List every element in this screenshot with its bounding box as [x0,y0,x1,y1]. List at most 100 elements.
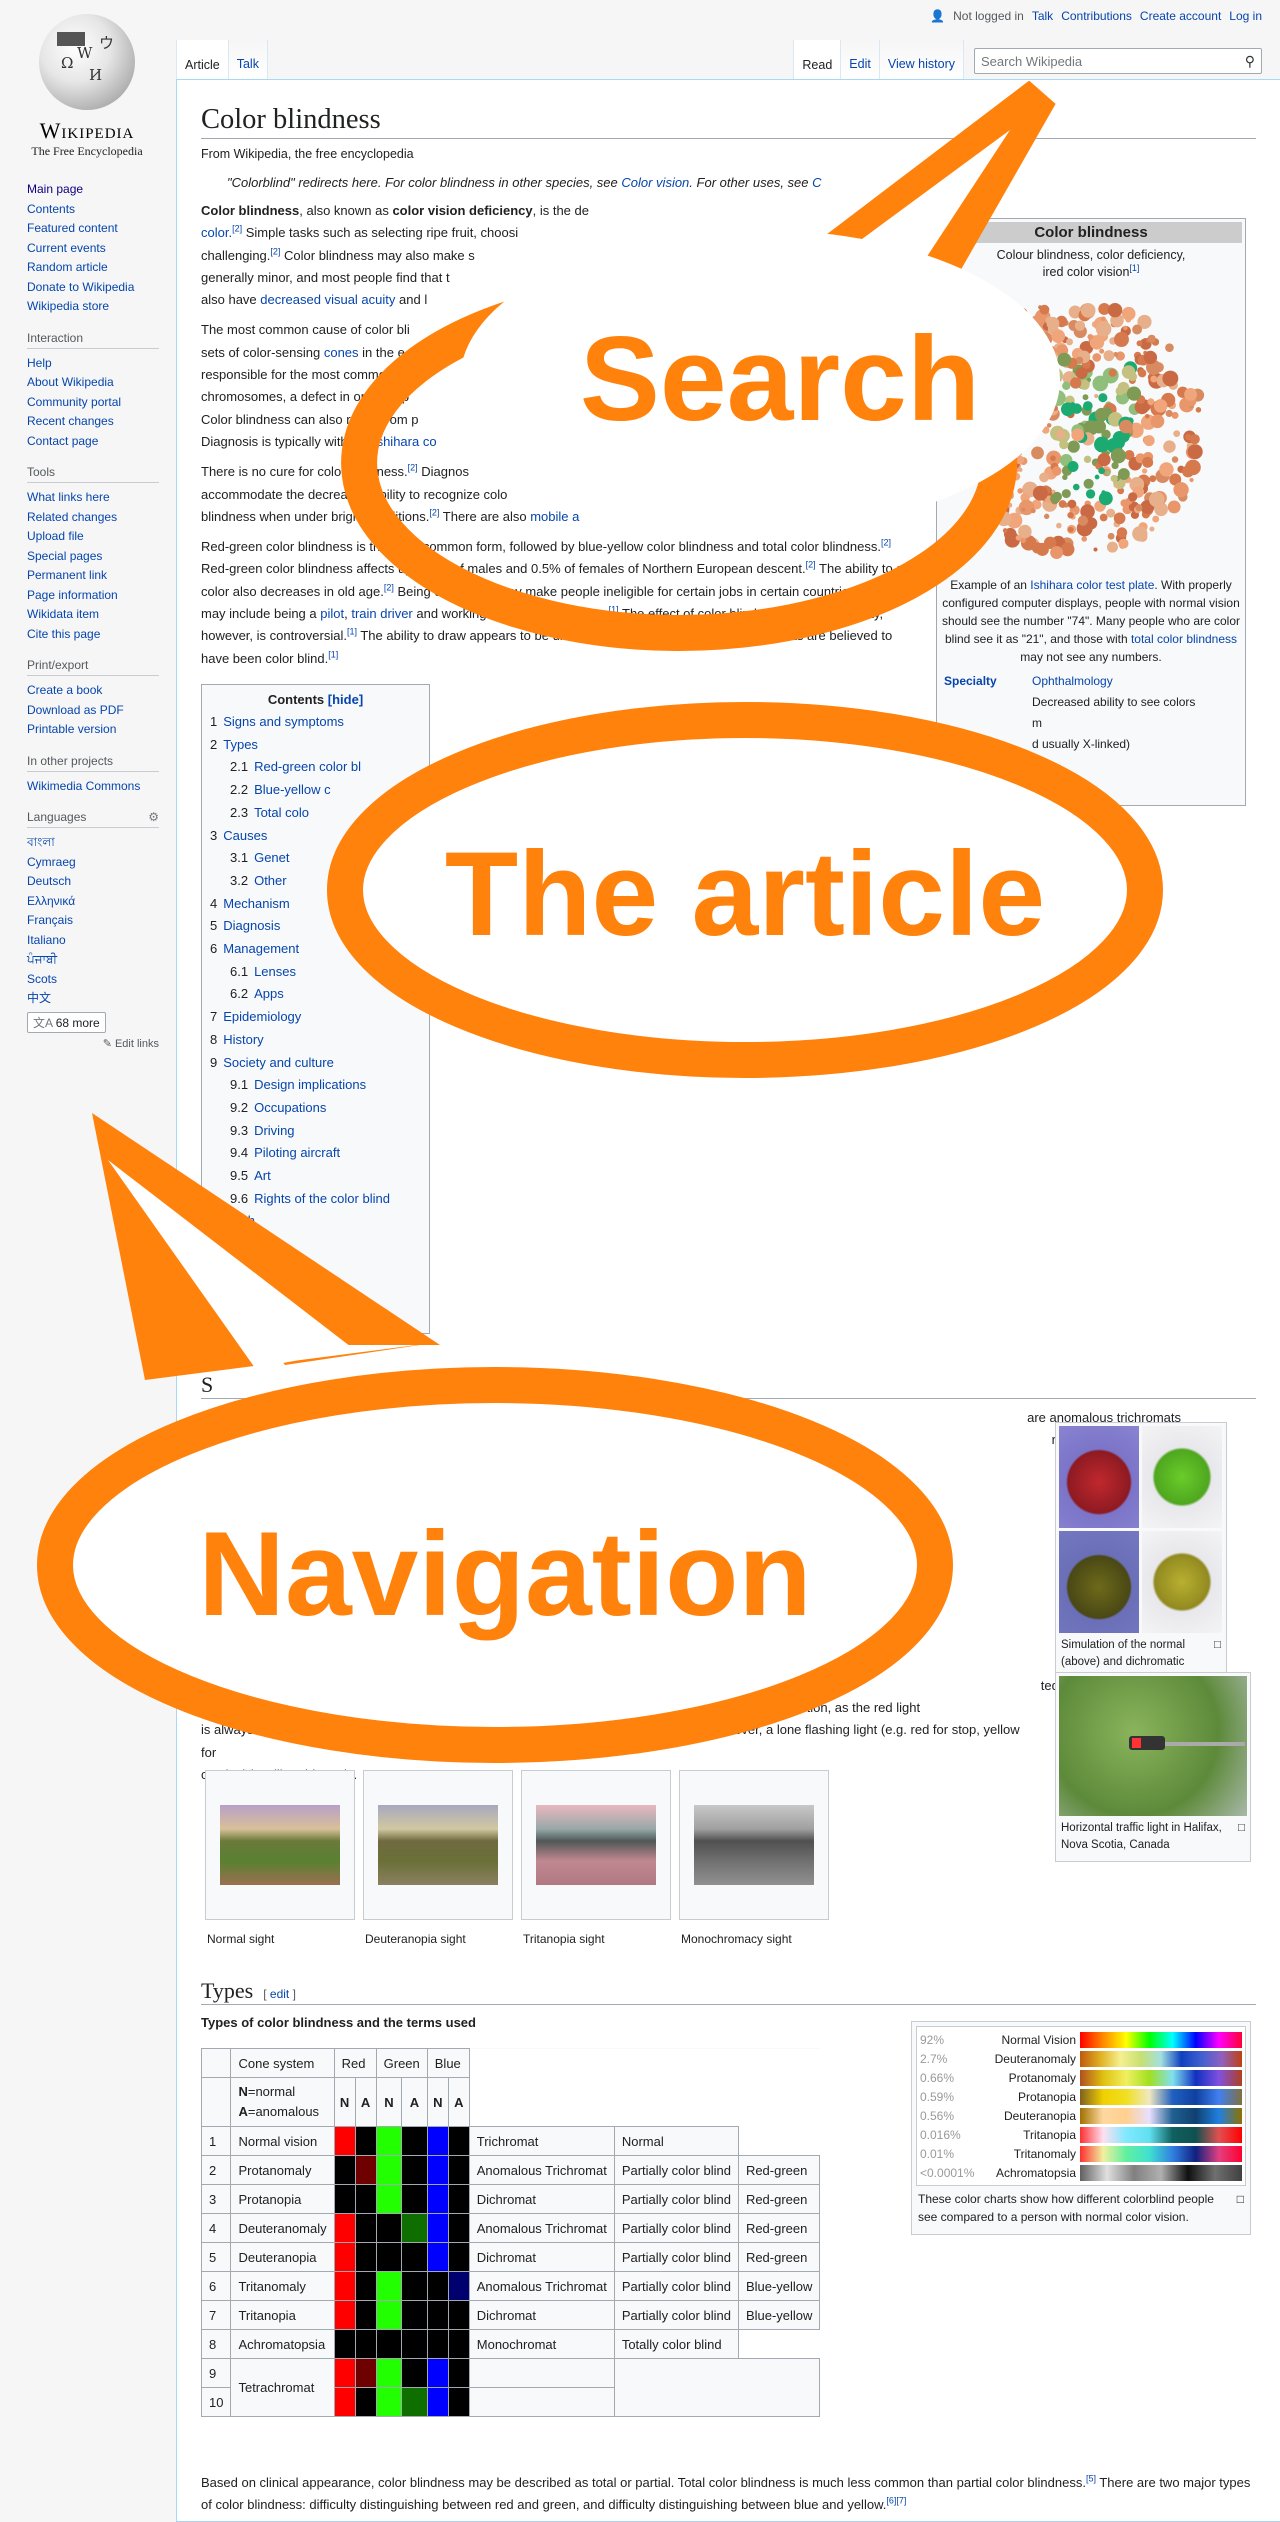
tab-talk[interactable]: Talk [228,40,268,80]
toc-item[interactable]: 5 Diagnosis [210,915,421,938]
disambiguation-link[interactable]: C [812,175,821,190]
ref[interactable]: [1] [859,582,869,592]
toc-link[interactable]: Management [223,941,299,956]
armed-forces-link[interactable]: armed forces [526,606,602,621]
toc-item[interactable]: 3 Causes [210,825,421,848]
toc-link[interactable]: Causes [223,828,267,843]
mobile-apps-link[interactable]: mobile a [530,509,579,524]
ref[interactable]: [2] [881,538,891,548]
sidebar-item-print-link[interactable]: Download as PDF [27,703,124,717]
sidebar-item-language-7[interactable]: Scots [27,970,159,990]
toc-link[interactable]: Mechanism [223,896,289,911]
toc-link[interactable]: Blue-yellow c [254,782,331,797]
sidebar-item-interaction-link[interactable]: Contact page [27,434,98,448]
sidebar-item-language-link[interactable]: 中文 [27,991,51,1005]
sidebar-item-nav-link[interactable]: Contents [27,202,75,216]
color-link[interactable]: color. [201,225,232,240]
visual-acuity-link[interactable]: decreased visual acuity [260,292,395,307]
ishihara-plate-image[interactable] [940,289,1210,569]
sidebar-item-interaction-4[interactable]: Contact page [27,432,159,452]
sidebar-item-language-4[interactable]: Français [27,911,159,931]
sidebar-item-nav-link[interactable]: Current events [27,241,106,255]
toc-item[interactable]: 2.1 Red-green color bl [210,756,421,779]
sidebar-item-nav-5[interactable]: Donate to Wikipedia [27,278,159,298]
ref[interactable]: [2] [232,224,242,234]
sidebar-item-tools-6[interactable]: Wikidata item [27,605,159,625]
sidebar-item-language-5[interactable]: Italiano [27,931,159,951]
sidebar-item-language-link[interactable]: ਪੰਜਾਬੀ [27,952,57,966]
sidebar-item-tools-link[interactable]: Special pages [27,549,102,563]
ref[interactable]: [1] [328,649,338,659]
sidebar-item-interaction-link[interactable]: Community portal [27,395,121,409]
infobox-value[interactable]: Ophthalmology [1032,672,1113,691]
sidebar-item-tools-link[interactable]: Wikidata item [27,607,99,621]
toc-link[interactable]: Driving [254,1123,294,1138]
ref[interactable]: [6][7] [886,2496,906,2506]
sidebar-item-tools-link[interactable]: Page information [27,588,118,602]
sidebar-item-projects-link[interactable]: Wikimedia Commons [27,779,140,793]
sidebar-item-nav-3[interactable]: Current events [27,239,159,259]
sidebar-item-interaction-1[interactable]: About Wikipedia [27,373,159,393]
sidebar-item-print-link[interactable]: Create a book [27,683,102,697]
sidebar-item-language-1[interactable]: Cymraeg [27,853,159,873]
sidebar-item-language-link[interactable]: Scots [27,972,57,986]
sidebar-item-tools-link[interactable]: Permanent link [27,568,107,582]
gallery-item[interactable]: Tritanopia sight [521,1770,671,1946]
tab-view-history[interactable]: View history [879,40,964,80]
toc-link[interactable]: Art [254,1168,271,1183]
sidebar-item-language-3[interactable]: Ελληνικά [27,892,159,912]
sidebar-item-interaction-link[interactable]: Help [27,356,52,370]
color-charts-image[interactable]: 92% Normal Vision 2.7% Deuteranomaly 0.66% Pr… [916,2026,1246,2186]
sidebar-item-interaction-3[interactable]: Recent changes [27,412,159,432]
sidebar-item-print-link[interactable]: Printable version [27,722,116,736]
sidebar-item-language-link[interactable]: Ελληνικά [27,894,75,908]
disambiguation-link-end[interactable]: ion). [962,175,987,190]
ref[interactable]: [1] [609,605,619,615]
gallery-image[interactable] [363,1770,513,1920]
sidebar-item-tools-7[interactable]: Cite this page [27,625,159,645]
pilot-link[interactable]: pilot [320,606,344,621]
sidebar-item-language-2[interactable]: Deutsch [27,872,159,892]
sidebar-item-tools-1[interactable]: Related changes [27,508,159,528]
toc-item[interactable]: 4 Mechanism [210,893,421,916]
ref[interactable]: [1] [347,627,357,637]
sidebar-item-language-6[interactable]: ਪੰਜਾਬੀ [27,950,159,970]
ref[interactable]: [2] [384,582,394,592]
sidebar-item-language-link[interactable]: বাংলা [27,835,55,849]
sidebar-item-print-0[interactable]: Create a book [27,681,159,701]
ref[interactable]: [2] [806,560,816,570]
toc-link[interactable]: Signs and symptoms [223,714,344,729]
personal-talk-link[interactable]: Talk [1032,9,1053,23]
sidebar-item-tools-4[interactable]: Permanent link [27,566,159,586]
toc-item[interactable]: 9.1 Design implications [210,1074,421,1097]
toc-item[interactable]: search [210,1210,421,1233]
sidebar-item-projects-0[interactable]: Wikimedia Commons [27,777,159,797]
tab-article[interactable]: Article [176,40,229,80]
ref[interactable]: [2] [429,508,439,518]
ishihara-test-link[interactable]: Ishihara color test plate [1030,578,1154,592]
toc-link[interactable]: Apps [254,986,284,1001]
gallery-item[interactable]: Deuteranopia sight [363,1770,513,1946]
create-account-link[interactable]: Create account [1140,9,1221,23]
toc-link[interactable]: Rights of the color blind [254,1191,390,1206]
toc-link[interactable]: Design implications [254,1077,366,1092]
search-icon[interactable]: ⚲ [1245,53,1255,70]
ref[interactable]: [2] [270,246,280,256]
train-driver-link[interactable]: train driver [351,606,412,621]
toc-link[interactable]: search [216,1213,255,1228]
toc-link[interactable]: Epidemiology [223,1009,301,1024]
toc-item[interactable]: 8 History [210,1029,421,1052]
toc-item[interactable]: 2.2 Blue-yellow c [210,779,421,802]
sidebar-item-tools-link[interactable]: Cite this page [27,627,100,641]
sidebar-item-interaction-0[interactable]: Help [27,354,159,374]
sidebar-item-nav-link[interactable]: Donate to Wikipedia [27,280,134,294]
toc-item[interactable]: 2.3 Total colo [210,802,421,825]
toc-link[interactable]: Occupations [254,1100,326,1115]
sidebar-item-tools-link[interactable]: Related changes [27,510,117,524]
sidebar-item-tools-0[interactable]: What links here [27,488,159,508]
gallery-image[interactable] [205,1770,355,1920]
sidebar-item-interaction-link[interactable]: About Wikipedia [27,375,114,389]
toc-item[interactable]: 9.3 Driving [210,1120,421,1143]
toc-item[interactable]: 6.2 Apps [210,983,421,1006]
sidebar-item-tools-3[interactable]: Special pages [27,547,159,567]
